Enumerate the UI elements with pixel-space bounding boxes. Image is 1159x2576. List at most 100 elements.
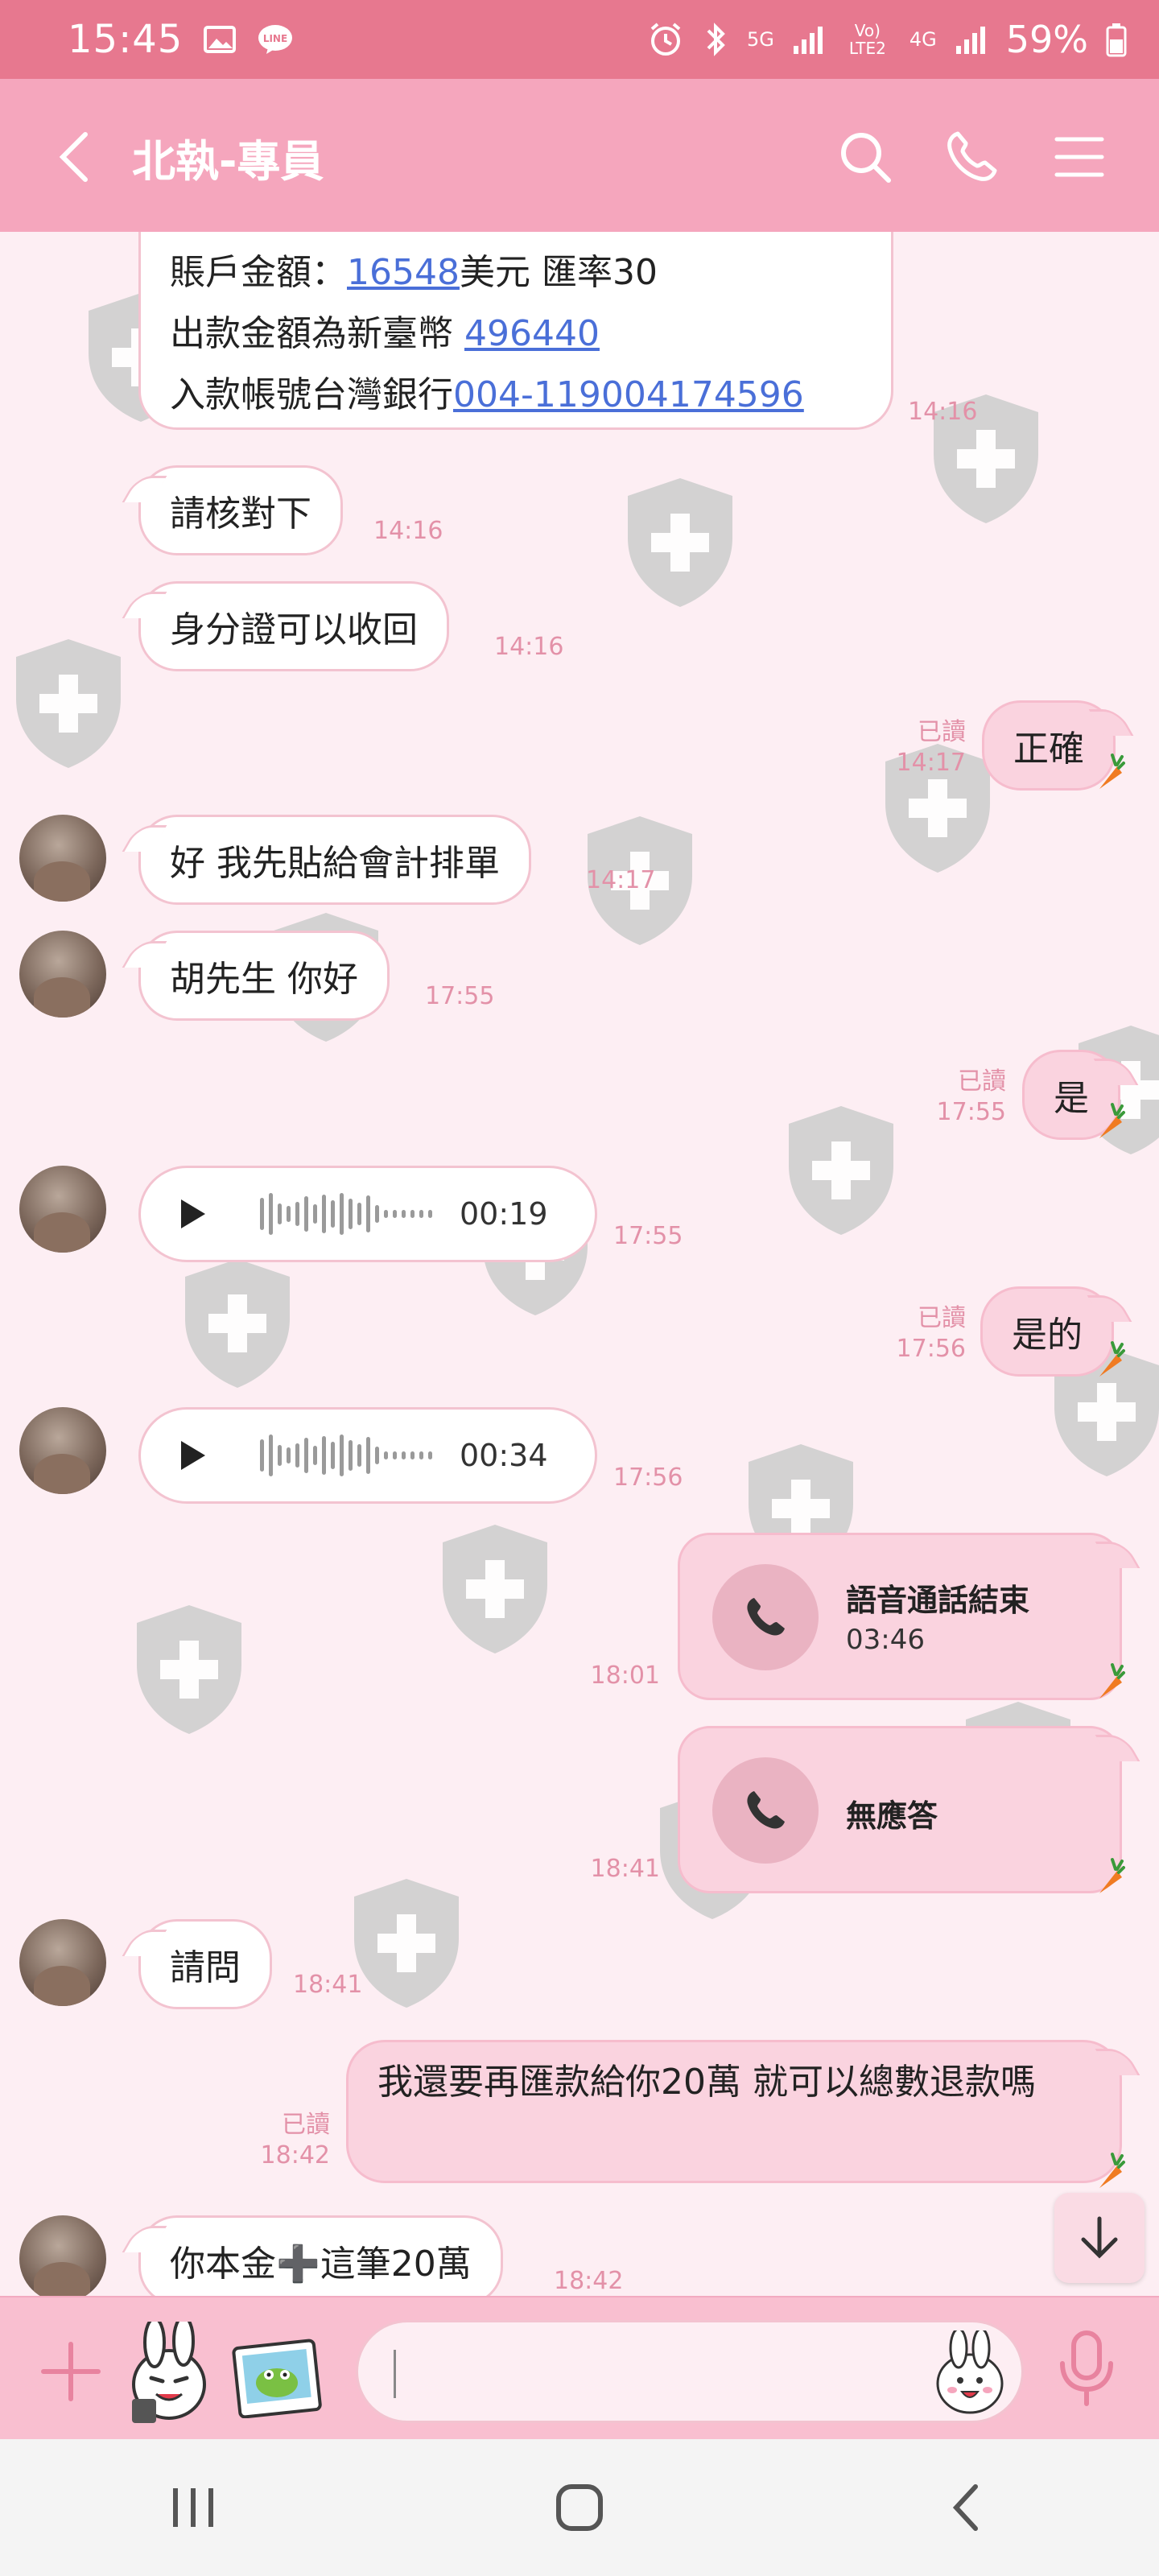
read-receipt: 已讀 [282, 2111, 330, 2139]
phone-icon [947, 131, 997, 181]
call-button[interactable] [935, 121, 1008, 193]
menu-icon [1054, 137, 1104, 177]
timestamp: 14:16 [373, 517, 443, 545]
sticker-icon[interactable] [121, 2322, 217, 2426]
message-bubble[interactable]: 你本金➕這筆20萬 [138, 2215, 503, 2296]
shield-watermark-icon [789, 1106, 893, 1235]
message-bubble[interactable]: 身分證可以收回 [138, 581, 449, 671]
microphone-icon[interactable] [1054, 2328, 1119, 2409]
message-input-bar [0, 2296, 1159, 2439]
carrot-icon [1099, 1103, 1125, 1138]
network-4g-label: 4G [909, 28, 937, 51]
avatar[interactable] [19, 2215, 106, 2296]
back-icon [59, 132, 88, 182]
nav-back-icon [952, 2484, 978, 2531]
message-bubble[interactable]: 胡先生 你好 [138, 931, 390, 1021]
shield-watermark-icon [137, 1605, 241, 1734]
timestamp: 14:16 [494, 633, 564, 661]
nav-back-button[interactable] [918, 2459, 1014, 2556]
timestamp: 14:17 [896, 749, 966, 777]
status-bar: 15:45 LINE 5G Vo) LTE2 4G 59% [0, 0, 1159, 79]
battery-icon [1106, 22, 1127, 57]
scroll-to-bottom-button[interactable] [1054, 2193, 1145, 2283]
alarm-icon [647, 21, 684, 58]
carrot-icon [1099, 753, 1125, 789]
voice-duration: 00:19 [460, 1196, 548, 1232]
message-bubble[interactable]: 好 我先貼給會計排單 [138, 815, 531, 905]
timestamp: 14:16 [908, 398, 978, 426]
chat-header: 北執-專員 [0, 79, 1159, 232]
play-icon[interactable] [176, 1198, 208, 1230]
signal-icon [792, 23, 826, 56]
timestamp: 17:56 [613, 1463, 683, 1492]
timestamp: 18:41 [590, 1855, 660, 1883]
text-caret [394, 2350, 396, 2398]
recent-apps-icon [173, 2488, 213, 2527]
play-icon[interactable] [176, 1439, 208, 1472]
message-bubble[interactable]: 我還要再匯款給你20萬 就可以總數退款嗎 [346, 2040, 1122, 2183]
volte-label: Vo) LTE2 [848, 21, 886, 58]
network-5g-label: 5G [747, 28, 774, 51]
search-icon [841, 133, 891, 183]
shield-watermark-icon [628, 478, 732, 607]
bluetooth-icon [702, 21, 729, 58]
emoji-icon[interactable] [931, 2330, 1008, 2416]
search-button[interactable] [829, 121, 901, 193]
read-receipt: 已讀 [918, 1304, 966, 1332]
call-title: 無應答 [846, 1798, 938, 1834]
photo-icon[interactable] [232, 2338, 322, 2418]
gallery-notification-icon [204, 26, 237, 53]
avatar[interactable] [19, 815, 106, 902]
no-answer-card[interactable]: 無應答 [678, 1726, 1122, 1893]
plus-icon[interactable] [39, 2339, 103, 2404]
withdraw-link[interactable]: 496440 [464, 313, 600, 354]
withdraw-amount-line: 出款金額為新臺幣 496440 [170, 313, 600, 354]
avatar[interactable] [19, 1407, 106, 1494]
chat-title: 北執-專員 [132, 136, 324, 187]
read-receipt: 已讀 [958, 1067, 1006, 1096]
system-nav-bar [0, 2439, 1159, 2576]
carrot-icon [1099, 1341, 1125, 1377]
shield-watermark-icon [443, 1525, 547, 1653]
message-bubble[interactable]: 請核對下 [138, 465, 343, 555]
status-time: 15:45 [68, 17, 184, 62]
message-account-info[interactable]: 賬戶金額：16548美元 匯率30 出款金額為新臺幣 496440 入款帳號台灣… [138, 232, 893, 430]
waveform [260, 1431, 432, 1480]
timestamp: 18:41 [293, 1971, 363, 1999]
carrot-icon [1099, 1858, 1125, 1893]
back-button[interactable] [50, 129, 98, 185]
chat-area[interactable]: 賬戶金額：16548美元 匯率30 出款金額為新臺幣 496440 入款帳號台灣… [0, 232, 1159, 2296]
account-amount-line: 賬戶金額：16548美元 匯率30 [170, 252, 658, 293]
carrot-icon [1099, 2153, 1125, 2188]
signal-2-icon [955, 23, 988, 56]
home-button[interactable] [531, 2459, 628, 2556]
recent-apps-button[interactable] [145, 2459, 241, 2556]
avatar[interactable] [19, 1166, 106, 1253]
call-title: 語音通話結束 [846, 1583, 1030, 1618]
svg-text:LINE: LINE [263, 33, 287, 44]
menu-button[interactable] [1043, 121, 1116, 193]
avatar[interactable] [19, 1919, 106, 2006]
message-bubble[interactable]: 請問 [138, 1919, 272, 2009]
timestamp: 17:56 [896, 1335, 966, 1363]
timestamp: 14:17 [586, 866, 656, 894]
account-number-link[interactable]: 004-119004174596 [453, 374, 804, 415]
voice-message[interactable]: 00:34 [138, 1407, 597, 1504]
timestamp: 17:55 [613, 1222, 683, 1250]
call-duration: 03:46 [846, 1624, 925, 1656]
shield-watermark-icon [16, 639, 121, 768]
waveform [260, 1190, 432, 1238]
avatar[interactable] [19, 931, 106, 1018]
call-ended-card[interactable]: 語音通話結束 03:46 [678, 1533, 1122, 1700]
phone-icon [747, 1598, 785, 1636]
amount-link[interactable]: 16548 [347, 252, 460, 293]
line-notification-icon: LINE [257, 23, 294, 56]
voice-message[interactable]: 00:19 [138, 1166, 597, 1262]
message-input[interactable] [356, 2320, 1024, 2423]
deposit-account-line: 入款帳號台灣銀行004-119004174596 [170, 374, 804, 415]
timestamp: 18:42 [260, 2141, 330, 2169]
arrow-down-icon [1081, 2216, 1118, 2259]
voice-duration: 00:34 [460, 1438, 548, 1473]
timestamp: 17:55 [936, 1098, 1006, 1126]
call-icon-circle [712, 1564, 819, 1670]
